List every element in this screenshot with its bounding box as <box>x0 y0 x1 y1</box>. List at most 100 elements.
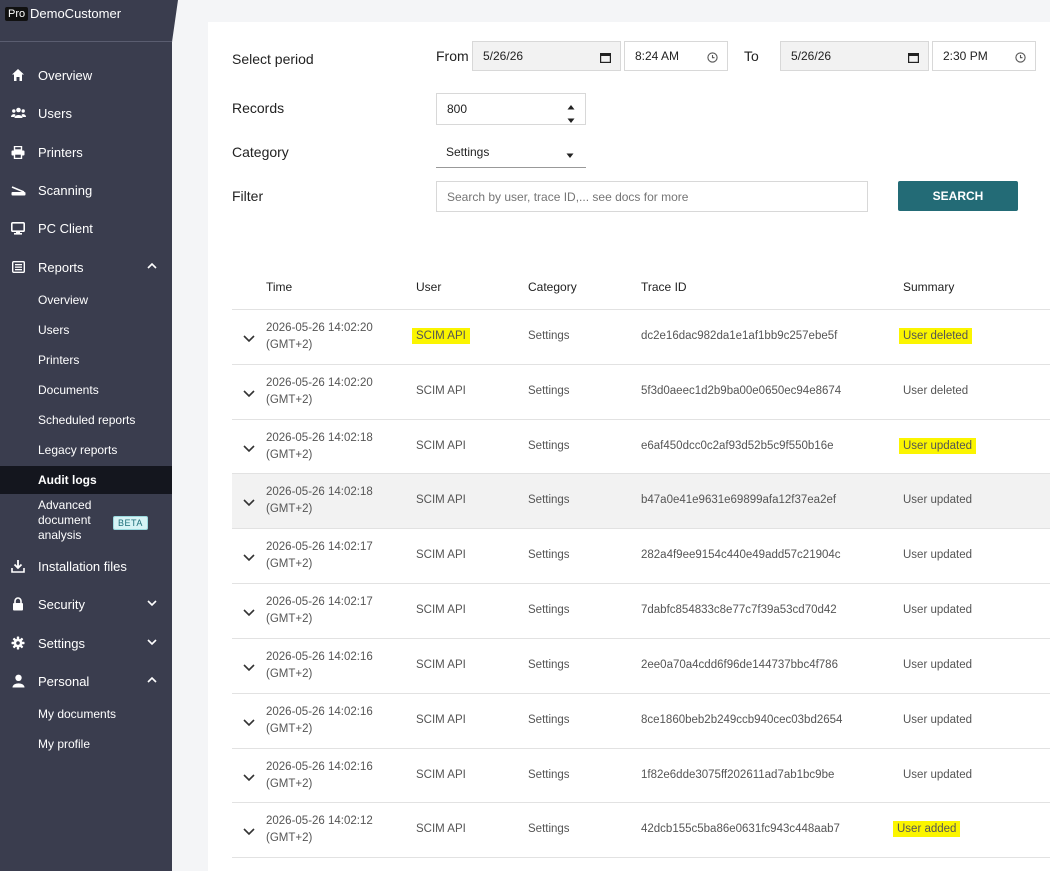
column-header-summary[interactable]: Summary <box>903 280 954 294</box>
row-time: 2026-05-26 14:02:18 (GMT+2) <box>266 430 373 464</box>
expand-row-icon[interactable] <box>242 550 256 564</box>
clock-icon[interactable] <box>707 52 718 66</box>
sidebar-item-overview[interactable]: Overview <box>0 60 172 90</box>
row-time: 2026-05-26 14:02:20 (GMT+2) <box>266 320 373 354</box>
row-user: SCIM API <box>416 604 466 616</box>
sidebar-item-printers[interactable]: Printers <box>0 137 172 167</box>
sidebar-subitem-reports-users[interactable]: Users <box>0 316 172 344</box>
filter-input[interactable] <box>436 181 868 212</box>
row-summary: User updated <box>903 769 973 781</box>
table-row[interactable]: 2026-05-26 14:02:20 (GMT+2) SCIM API Sett… <box>232 365 1050 420</box>
to-time-input[interactable]: 2:30 PM <box>932 41 1036 71</box>
sidebar-subitem-label: Printers <box>38 353 80 367</box>
sidebar: Pro DemoCustomer Overview Users Printers… <box>0 0 178 871</box>
expand-row-icon[interactable] <box>242 331 256 345</box>
row-timezone: (GMT+2) <box>266 339 313 351</box>
home-icon <box>10 67 26 83</box>
calendar-icon[interactable] <box>908 52 920 66</box>
row-category: Settings <box>528 549 570 561</box>
row-summary: User deleted <box>903 385 969 397</box>
table-row[interactable]: 2026-05-26 14:02:20 (GMT+2) SCIM API Sett… <box>232 310 1050 365</box>
expand-row-icon[interactable] <box>242 441 256 455</box>
expand-row-icon[interactable] <box>242 386 256 400</box>
column-header-user[interactable]: User <box>416 280 441 294</box>
clock-icon[interactable] <box>1015 52 1026 66</box>
table-row[interactable]: 2026-05-26 14:02:12 (GMT+2) SCIM API Sett… <box>232 803 1050 858</box>
category-select[interactable]: Settings <box>436 136 586 168</box>
to-date-input[interactable]: 5/26/26 <box>780 41 929 71</box>
row-divider <box>232 857 1050 858</box>
person-icon <box>10 673 26 689</box>
row-timezone: (GMT+2) <box>266 613 313 625</box>
expand-row-icon[interactable] <box>242 824 256 838</box>
sidebar-item-label: Reports <box>38 259 84 275</box>
sidebar-subitem-reports-printers[interactable]: Printers <box>0 346 172 374</box>
row-time-value: 2026-05-26 14:02:20 <box>266 322 373 334</box>
category-value: Settings <box>446 144 490 159</box>
sidebar-item-installation-files[interactable]: Installation files <box>0 551 172 581</box>
chevron-up-icon <box>146 260 158 272</box>
calendar-icon[interactable] <box>600 52 612 66</box>
sidebar-item-security[interactable]: Security <box>0 589 172 619</box>
sidebar-item-label: Overview <box>38 67 93 83</box>
expand-row-icon[interactable] <box>242 770 256 784</box>
sidebar-item-scanning[interactable]: Scanning <box>0 175 172 205</box>
table-row[interactable]: 2026-05-26 14:02:18 (GMT+2) SCIM API Sett… <box>232 474 1050 529</box>
table-row[interactable]: 2026-05-26 14:02:17 (GMT+2) SCIM API Sett… <box>232 529 1050 584</box>
sidebar-item-reports[interactable]: Reports <box>0 252 172 282</box>
row-category: Settings <box>528 494 570 506</box>
sidebar-subitem-label: Overview <box>38 293 89 307</box>
row-user: SCIM API <box>416 823 466 835</box>
row-timezone: (GMT+2) <box>266 668 313 680</box>
from-time-input[interactable]: 8:24 AM <box>624 41 728 71</box>
records-label: Records <box>232 100 285 116</box>
scanner-icon <box>10 182 26 198</box>
column-header-time[interactable]: Time <box>266 280 292 294</box>
sidebar-item-users[interactable]: Users <box>0 98 172 128</box>
sidebar-item-label: Printers <box>38 144 83 160</box>
sidebar-item-personal[interactable]: Personal <box>0 666 172 696</box>
sidebar-subitem-legacy-reports[interactable]: Legacy reports <box>0 436 172 464</box>
row-trace-id: 42dcb155c5ba86e0631fc943c448aab7 <box>641 823 840 835</box>
sidebar-item-label: Scanning <box>38 182 93 198</box>
table-row[interactable]: 2026-05-26 14:02:17 (GMT+2) SCIM API Sett… <box>232 584 1050 639</box>
sidebar-subitem-my-documents[interactable]: My documents <box>0 700 172 728</box>
to-label: To <box>744 48 759 64</box>
from-date-input[interactable]: 5/26/26 <box>472 41 621 71</box>
stepper-down-icon[interactable] <box>567 113 575 127</box>
expand-row-icon[interactable] <box>242 605 256 619</box>
sidebar-item-settings[interactable]: Settings <box>0 628 172 658</box>
expand-row-icon[interactable] <box>242 660 256 674</box>
row-category: Settings <box>528 823 570 835</box>
sidebar-subitem-label: Audit logs <box>38 473 97 487</box>
search-button[interactable]: SEARCH <box>898 181 1018 211</box>
sidebar-subitem-label: My documents <box>38 707 117 721</box>
table-row[interactable]: 2026-05-26 14:02:18 (GMT+2) SCIM API Sett… <box>232 420 1050 475</box>
row-summary: User added <box>893 821 961 837</box>
column-header-trace-id[interactable]: Trace ID <box>641 280 687 294</box>
monitor-icon <box>10 220 26 236</box>
row-trace-id: 7dabfc854833c8e77c7f39a53cd70d42 <box>641 604 837 616</box>
sidebar-subitem-reports-documents[interactable]: Documents <box>0 376 172 404</box>
row-time: 2026-05-26 14:02:17 (GMT+2) <box>266 539 373 573</box>
table-row[interactable]: 2026-05-26 14:02:16 (GMT+2) SCIM API Sett… <box>232 694 1050 749</box>
records-stepper[interactable]: 800 <box>436 93 586 125</box>
sidebar-item-label: Settings <box>38 635 85 651</box>
expand-row-icon[interactable] <box>242 495 256 509</box>
sidebar-subitem-scheduled-reports[interactable]: Scheduled reports <box>0 406 172 434</box>
sidebar-item-pc-client[interactable]: PC Client <box>0 213 172 243</box>
sidebar-subitem-audit-logs[interactable]: Audit logs <box>0 466 172 494</box>
row-category: Settings <box>528 385 570 397</box>
table-row[interactable]: 2026-05-26 14:02:16 (GMT+2) SCIM API Sett… <box>232 749 1050 804</box>
brand-header[interactable]: Pro DemoCustomer <box>0 0 178 42</box>
stepper-up-icon[interactable] <box>567 99 575 113</box>
row-category: Settings <box>528 330 570 342</box>
row-category: Settings <box>528 769 570 781</box>
expand-row-icon[interactable] <box>242 715 256 729</box>
sidebar-subitem-my-profile[interactable]: My profile <box>0 730 172 758</box>
table-row[interactable]: 2026-05-26 14:02:16 (GMT+2) SCIM API Sett… <box>232 639 1050 694</box>
row-summary: User deleted <box>899 328 973 344</box>
sidebar-subitem-reports-overview[interactable]: Overview <box>0 286 172 314</box>
row-time: 2026-05-26 14:02:20 (GMT+2) <box>266 375 373 409</box>
column-header-category[interactable]: Category <box>528 280 577 294</box>
